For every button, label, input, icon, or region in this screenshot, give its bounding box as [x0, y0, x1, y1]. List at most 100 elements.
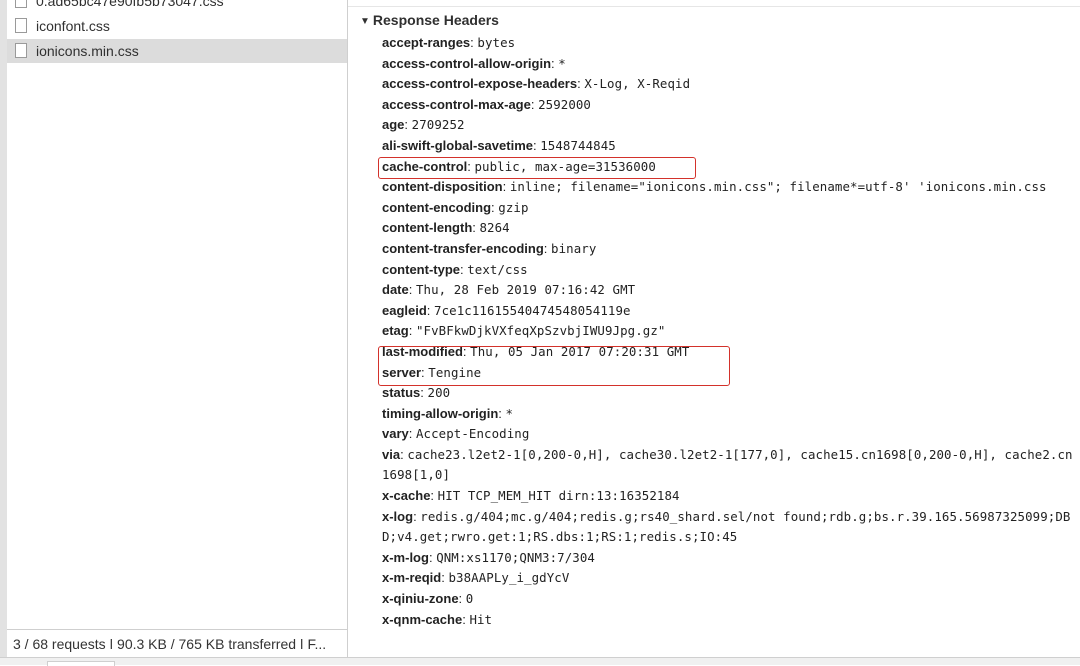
- request-name: 0.ad65bc47e90fb5b73047.css: [36, 0, 224, 9]
- header-name: status: [382, 385, 421, 401]
- header-row: x-m-log: QNM:xs1170;QNM3:7/304: [382, 548, 1078, 569]
- header-value: X-Log, X-Reqid: [584, 76, 691, 92]
- header-name: x-qiniu-zone: [382, 591, 459, 607]
- header-value: Thu, 28 Feb 2019 07:16:42 GMT: [415, 282, 636, 298]
- header-row: status: 200: [382, 383, 1078, 404]
- request-list-panel: 0.ad65bc47e90fb5b73047.css iconfont.css …: [0, 0, 348, 665]
- section-title: Response Headers: [372, 12, 499, 28]
- header-separator: :: [426, 302, 435, 318]
- status-bar: 3 / 68 requests ǀ 90.3 KB / 765 KB trans…: [7, 629, 347, 657]
- header-value: binary: [551, 240, 597, 256]
- header-separator: :: [502, 179, 510, 195]
- header-separator: :: [458, 591, 466, 607]
- header-row: content-transfer-encoding: binary: [382, 239, 1078, 260]
- header-separator: :: [430, 488, 438, 504]
- header-name: content-disposition: [382, 179, 503, 195]
- request-name: ionicons.min.css: [36, 43, 139, 59]
- header-row: access-control-max-age: 2592000: [382, 95, 1078, 116]
- header-name: via: [382, 446, 401, 462]
- header-name: eagleid: [382, 302, 427, 318]
- request-row[interactable]: 0.ad65bc47e90fb5b73047.css: [7, 0, 347, 13]
- header-row: timing-allow-origin: *: [382, 404, 1078, 425]
- header-separator: :: [408, 426, 416, 442]
- header-name: x-qnm-cache: [382, 611, 463, 627]
- header-name: access-control-max-age: [382, 96, 531, 112]
- header-name: age: [382, 117, 405, 133]
- bottom-drawer-strip: [0, 657, 1080, 665]
- header-row: access-control-allow-origin: *: [382, 54, 1078, 75]
- header-row: vary: Accept-Encoding: [382, 424, 1078, 445]
- highlight-cache-control: [378, 157, 696, 179]
- header-row: accept-ranges: bytes: [382, 33, 1078, 54]
- request-row[interactable]: iconfont.css: [7, 14, 347, 38]
- header-separator: :: [408, 282, 416, 298]
- file-icon: [15, 43, 27, 58]
- header-name: x-cache: [382, 488, 431, 504]
- header-value: 0: [465, 591, 474, 607]
- header-value: "FvBFkwDjkVXfeqXpSzvbjIWU9Jpg.gz": [415, 323, 666, 339]
- response-headers-toggle[interactable]: ▼ Response Headers: [360, 10, 499, 33]
- header-row: etag: "FvBFkwDjkVXfeqXpSzvbjIWU9Jpg.gz": [382, 321, 1078, 342]
- left-scrollbar[interactable]: [0, 0, 7, 665]
- header-name: content-encoding: [382, 199, 492, 215]
- header-separator: :: [530, 96, 539, 112]
- header-value: 2709252: [411, 117, 465, 133]
- header-name: access-control-expose-headers: [382, 76, 578, 92]
- request-name: iconfont.css: [36, 18, 110, 34]
- request-row-selected[interactable]: ionicons.min.css: [7, 39, 347, 63]
- header-name: access-control-allow-origin: [382, 55, 552, 71]
- header-name: date: [382, 282, 409, 298]
- header-value: text/css: [467, 261, 528, 277]
- file-icon: [15, 0, 27, 8]
- header-name: ali-swift-global-savetime: [382, 137, 533, 153]
- header-row: x-qnm-cache: Hit: [382, 610, 1078, 631]
- header-name: etag: [382, 323, 409, 339]
- bottom-drawer-tab[interactable]: [47, 661, 115, 666]
- header-value: Accept-Encoding: [415, 426, 530, 442]
- header-row: eagleid: 7ce1c11615540474548054119e: [382, 301, 1078, 322]
- header-row: via: cache23.l2et2-1[0,200-0,H], cache30…: [382, 445, 1078, 486]
- header-row: x-log: redis.g/404;mc.g/404;redis.g;rs40…: [382, 507, 1078, 548]
- header-name: vary: [382, 426, 409, 442]
- header-separator: :: [472, 220, 480, 236]
- header-value: Hit: [469, 611, 493, 627]
- header-name: content-type: [382, 261, 460, 277]
- triangle-down-icon: ▼: [360, 16, 370, 27]
- headers-list: accept-ranges: bytes access-control-allow…: [382, 33, 1078, 630]
- header-row: x-qiniu-zone: 0: [382, 589, 1078, 610]
- header-name: accept-ranges: [382, 35, 471, 50]
- section-divider: [348, 6, 1080, 7]
- header-separator: :: [498, 405, 506, 421]
- header-row: access-control-expose-headers: X-Log, X-…: [382, 74, 1078, 95]
- header-name: content-transfer-encoding: [382, 240, 544, 256]
- header-row: content-disposition: inline; filename="i…: [382, 177, 1078, 198]
- header-row: x-cache: HIT TCP_MEM_HIT dirn:13:1635218…: [382, 486, 1078, 507]
- header-row: date: Thu, 28 Feb 2019 07:16:42 GMT: [382, 280, 1078, 301]
- header-row: x-m-reqid: b38AAPLy_i_gdYcV: [382, 568, 1078, 589]
- header-value: cache23.l2et2-1[0,200-0,H], cache30.l2et…: [382, 446, 1073, 483]
- header-row: ali-swift-global-savetime: 1548744845: [382, 136, 1078, 157]
- header-row: content-encoding: gzip: [382, 198, 1078, 219]
- header-value: bytes: [477, 35, 516, 50]
- header-value: QNM:xs1170;QNM3:7/304: [436, 549, 595, 565]
- header-value: 2592000: [538, 96, 591, 112]
- header-name: content-length: [382, 220, 473, 236]
- highlight-etag-last-modified: [378, 346, 730, 386]
- header-separator: :: [408, 323, 416, 339]
- header-row: content-type: text/css: [382, 260, 1078, 281]
- header-value: 8264: [479, 220, 510, 236]
- header-value: *: [505, 405, 514, 421]
- header-name: x-log: [382, 508, 414, 524]
- header-separator: :: [420, 385, 428, 401]
- header-name: x-m-log: [382, 549, 429, 565]
- header-value: *: [558, 55, 566, 71]
- header-value: 1548744845: [540, 137, 616, 153]
- header-value: 7ce1c11615540474548054119e: [434, 302, 631, 318]
- file-icon: [15, 18, 27, 33]
- header-value: inline; filename="ionicons.min.css"; fil…: [509, 179, 1047, 195]
- header-separator: :: [404, 117, 412, 133]
- headers-panel: ▼ Response Headers accept-ranges: bytes ac…: [348, 0, 1080, 657]
- header-value: redis.g/404;mc.g/404;redis.g;rs40_shard.…: [382, 508, 1071, 545]
- header-value: HIT TCP_MEM_HIT dirn:13:16352184: [437, 488, 680, 504]
- header-separator: :: [543, 240, 552, 256]
